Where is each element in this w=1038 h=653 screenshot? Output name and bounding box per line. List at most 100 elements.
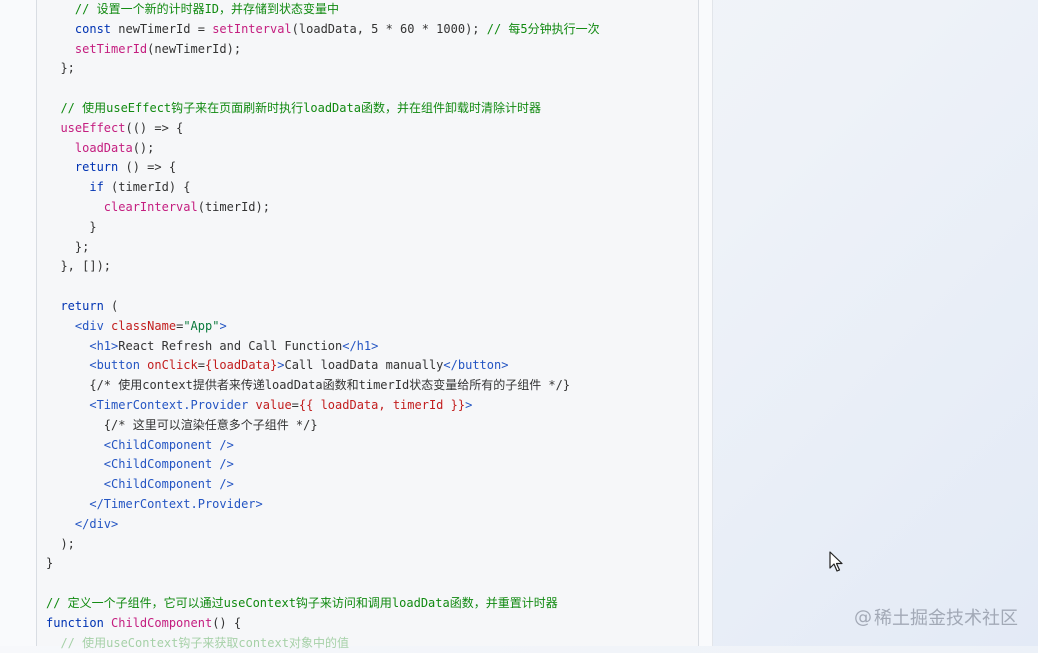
code-line: // 设置一个新的计时器ID，并存储到状态变量中 (46, 0, 600, 20)
code-token: (newTimerId); (147, 42, 241, 56)
code-token (46, 2, 75, 16)
code-line: if (timerId) { (46, 178, 600, 198)
code-token: (timerId); (198, 200, 270, 214)
code-line (46, 277, 600, 297)
code-token: setInterval (212, 22, 291, 36)
code-line: // 使用useEffect钩子来在页面刷新时执行loadData函数，并在组件… (46, 99, 600, 119)
code-token: <ChildComponent /> (104, 438, 234, 452)
watermark-text: 稀土掘金技术社区 (874, 604, 1018, 630)
code-token: {{ loadData, timerId }} (299, 398, 465, 412)
code-token: }, []); (46, 259, 111, 273)
code-token (46, 358, 89, 372)
code-line: }; (46, 59, 600, 79)
code-token: // 每5分钟执行一次 (487, 22, 600, 36)
code-token: (loadData, 5 * 60 * 1000); (292, 22, 487, 36)
code-token: }; (46, 240, 89, 254)
code-token: (); (133, 141, 155, 155)
code-token: () => { (118, 160, 176, 174)
code-line: <h1>React Refresh and Call Function</h1> (46, 337, 600, 357)
code-line: function ChildComponent() { (46, 614, 600, 634)
code-line: </div> (46, 515, 600, 535)
code-token: <div (75, 319, 104, 333)
code-token (46, 497, 89, 511)
code-token (46, 457, 104, 471)
code-token: function (46, 616, 104, 630)
code-token (46, 636, 60, 650)
code-token (46, 42, 75, 56)
code-token (46, 101, 60, 115)
code-token (46, 299, 60, 313)
code-token: return (60, 299, 103, 313)
code-token: // 使用useContext钩子来获取context对象中的值 (60, 636, 349, 650)
code-line: // 定义一个子组件，它可以通过useContext钩子来访问和调用loadDa… (46, 594, 600, 614)
code-token: loadData (75, 141, 133, 155)
code-line: <ChildComponent /> (46, 455, 600, 475)
code-line: }, []); (46, 257, 600, 277)
code-token: return (75, 160, 118, 174)
code-token: <button (89, 358, 140, 372)
mouse-cursor-icon (829, 551, 845, 573)
code-token: = (292, 398, 299, 412)
code-line: const newTimerId = setInterval(loadData,… (46, 20, 600, 40)
code-token: onClick (147, 358, 198, 372)
code-line: <div className="App"> (46, 317, 600, 337)
article-content-area: // 设置一个新的计时器ID，并存储到状态变量中 const newTimerI… (0, 0, 713, 646)
code-line: useEffect(() => { (46, 119, 600, 139)
code-token: </TimerContext.Provider> (89, 497, 262, 511)
code-token: {/* 这里可以渲染任意多个子组件 */} (46, 418, 318, 432)
code-line: <ChildComponent /> (46, 475, 600, 495)
code-token (104, 319, 111, 333)
code-line: <ChildComponent /> (46, 436, 600, 456)
code-token: value (256, 398, 292, 412)
code-line (46, 79, 600, 99)
code-token (46, 517, 75, 531)
code-token: } (46, 220, 97, 234)
code-token: useEffect (60, 121, 125, 135)
code-token: ChildComponent (111, 616, 212, 630)
code-line: return ( (46, 297, 600, 317)
code-line: return () => { (46, 158, 600, 178)
code-token: </h1> (342, 339, 378, 353)
code-token: <TimerContext.Provider (89, 398, 248, 412)
code-token (46, 438, 104, 452)
code-token: <ChildComponent /> (104, 457, 234, 471)
code-line: }; (46, 238, 600, 258)
code-token (46, 339, 89, 353)
code-line: clearInterval(timerId); (46, 198, 600, 218)
code-token: // 使用useEffect钩子来在页面刷新时执行loadData函数，并在组件… (60, 101, 541, 115)
code-token: ( (104, 299, 118, 313)
code-token: setTimerId (75, 42, 147, 56)
code-token: = (198, 358, 205, 372)
code-token: "App" (183, 319, 219, 333)
code-token (104, 616, 111, 630)
code-token: clearInterval (104, 200, 198, 214)
code-token: // 设置一个新的计时器ID，并存储到状态变量中 (75, 2, 339, 16)
code-line: } (46, 218, 600, 238)
code-line: loadData(); (46, 139, 600, 159)
code-token (46, 121, 60, 135)
code-token: Call loadData manually (284, 358, 443, 372)
code-token: const (75, 22, 111, 36)
code-token: </button> (443, 358, 508, 372)
code-token (46, 180, 89, 194)
code-token: newTimerId = (111, 22, 212, 36)
code-token: ); (46, 537, 75, 551)
code-token: <h1> (89, 339, 118, 353)
code-block[interactable]: // 设置一个新的计时器ID，并存储到状态变量中 const newTimerI… (46, 0, 600, 653)
code-line: <TimerContext.Provider value={{ loadData… (46, 396, 600, 416)
code-token: }; (46, 61, 75, 75)
code-token: // 定义一个子组件，它可以通过useContext钩子来访问和调用loadDa… (46, 596, 558, 610)
code-token: <ChildComponent /> (104, 477, 234, 491)
watermark: @ 稀土掘金技术社区 (854, 604, 1018, 630)
code-line: {/* 这里可以渲染任意多个子组件 */} (46, 416, 600, 436)
code-token: > (465, 398, 472, 412)
code-token: if (89, 180, 103, 194)
code-token (46, 200, 104, 214)
code-token: className (111, 319, 176, 333)
code-line: ); (46, 535, 600, 555)
code-token (46, 22, 75, 36)
code-line: {/* 使用context提供者来传递loadData函数和timerId状态变… (46, 376, 600, 396)
code-line: } (46, 554, 600, 574)
code-token (46, 160, 75, 174)
code-token (46, 141, 75, 155)
